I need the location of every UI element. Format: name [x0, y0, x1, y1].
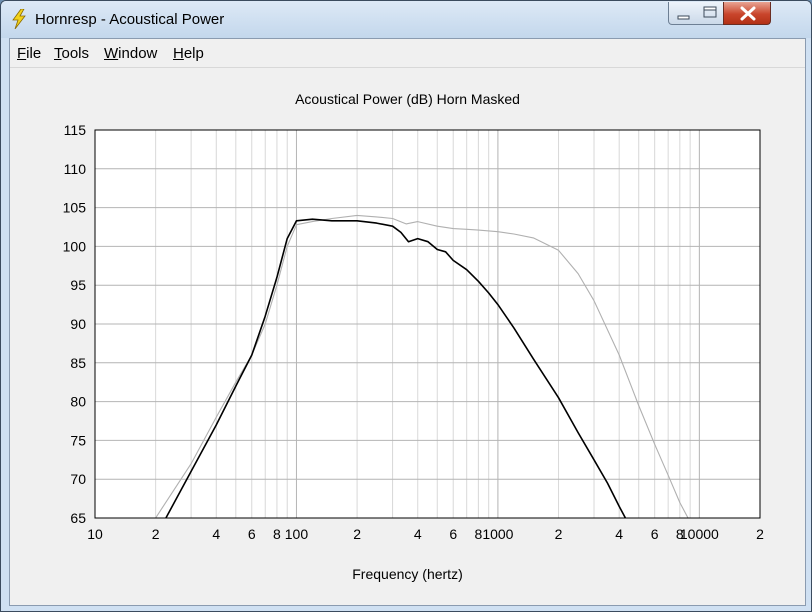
lightning-bolt-icon [12, 9, 26, 29]
x-tick-label: 6 [651, 526, 659, 542]
x-tick-label: 8 [273, 526, 281, 542]
client-area: File Tools Window Help Acoustical Power … [9, 38, 806, 606]
x-tick-label: 2 [353, 526, 361, 542]
x-tick-label: 2 [152, 526, 160, 542]
x-axis-label: Frequency (hertz) [352, 566, 463, 582]
acoustical-power-chart: 1151101051009590858075706510 2 4 6 8 100 2 4 6 8 1… [63, 122, 764, 542]
y-tick-label: 75 [70, 432, 86, 448]
x-tick-label: 6 [248, 526, 256, 542]
x-tick-label: 2 [756, 526, 764, 542]
maximize-button[interactable] [696, 2, 724, 25]
x-tick-label: 4 [615, 526, 623, 542]
x-tick-label: 100 [285, 526, 309, 542]
y-tick-label: 100 [63, 238, 87, 254]
x-tick-label: 10 [87, 526, 103, 542]
y-tick-label: 110 [64, 161, 87, 177]
x-tick-label: 6 [449, 526, 457, 542]
y-tick-label: 85 [70, 355, 86, 371]
maximize-icon [703, 6, 717, 18]
y-tick-label: 80 [70, 394, 86, 410]
minimize-icon [677, 15, 690, 20]
y-tick-label: 70 [70, 471, 86, 487]
x-tick-label: 4 [414, 526, 422, 542]
x-tick-label: 1000 [482, 526, 513, 542]
x-tick-label: 2 [555, 526, 563, 542]
x-tick-label: 10000 [680, 526, 719, 542]
y-tick-label: 115 [64, 122, 87, 138]
app-window: Hornresp - Acoustical Power File Tools W… [0, 0, 812, 612]
y-tick-label: 95 [70, 277, 86, 293]
close-button[interactable] [723, 2, 771, 25]
window-title: Hornresp - Acoustical Power [35, 11, 225, 28]
close-icon [740, 6, 756, 21]
minimize-button[interactable] [668, 2, 697, 25]
y-tick-label: 65 [70, 510, 86, 526]
y-tick-label: 105 [63, 200, 87, 216]
y-tick-label: 90 [70, 316, 86, 332]
title-bar[interactable]: Hornresp - Acoustical Power [1, 1, 811, 38]
x-tick-label: 4 [212, 526, 220, 542]
x-tick-label: 8 [474, 526, 482, 542]
